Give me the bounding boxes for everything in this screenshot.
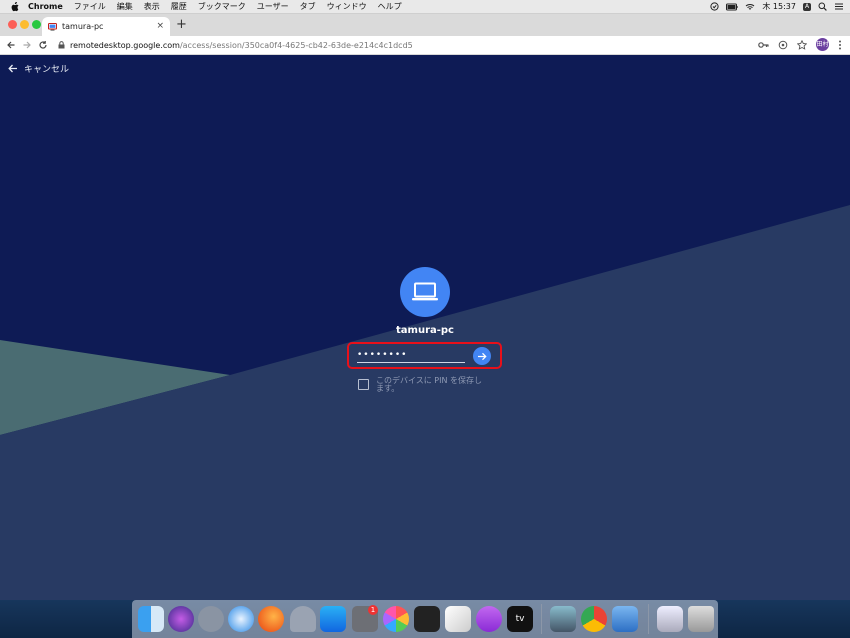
back-arrow-icon[interactable] bbox=[6, 40, 16, 50]
menu-bookmarks[interactable]: ブックマーク bbox=[198, 1, 246, 12]
url-path: /access/session/350ca0f4-4625-cb42-63de-… bbox=[179, 40, 413, 50]
keynote-icon[interactable] bbox=[612, 606, 638, 632]
cancel-label: キャンセル bbox=[24, 65, 70, 75]
notification-badge: 1 bbox=[368, 605, 378, 615]
more-menu-icon[interactable] bbox=[838, 40, 842, 50]
menubar-clock[interactable]: 木 15:37 bbox=[762, 1, 796, 12]
podcasts-icon[interactable] bbox=[476, 606, 502, 632]
new-tab-button[interactable]: + bbox=[176, 17, 187, 32]
key-icon[interactable] bbox=[758, 41, 769, 49]
laptop-icon bbox=[412, 282, 438, 301]
pin-input[interactable] bbox=[357, 348, 465, 363]
window-zoom-button[interactable] bbox=[32, 20, 41, 29]
reload-icon[interactable] bbox=[38, 40, 48, 50]
remote-desktop-favicon-icon bbox=[48, 22, 57, 31]
mac-menu-bar: Chrome ファイル 編集 表示 履歴 ブックマーク ユーザー タブ ウィンド… bbox=[0, 0, 850, 14]
tab-title: tamura-pc bbox=[62, 22, 104, 31]
address-bar[interactable]: remotedesktop.google.com/access/session/… bbox=[58, 41, 413, 50]
forward-arrow-icon[interactable] bbox=[22, 40, 32, 50]
remember-pin-label: このデバイスに PIN を保存します。 bbox=[376, 376, 483, 393]
menubar-status-area: 木 15:37 A bbox=[710, 0, 844, 13]
dock-separator bbox=[541, 604, 542, 634]
profile-avatar[interactable]: 田村 bbox=[816, 38, 829, 51]
host-computer-avatar bbox=[400, 267, 450, 317]
screen-share-icon[interactable] bbox=[710, 2, 719, 11]
terminal-icon[interactable] bbox=[414, 606, 440, 632]
dock-separator bbox=[648, 604, 649, 634]
back-arrow-icon bbox=[8, 64, 17, 73]
menu-edit[interactable]: 編集 bbox=[117, 1, 133, 12]
url-host: remotedesktop.google.com bbox=[70, 40, 180, 50]
remember-pin-option[interactable]: このデバイスに PIN を保存します。 bbox=[358, 377, 486, 393]
menu-users[interactable]: ユーザー bbox=[257, 1, 289, 12]
window-minimize-button[interactable] bbox=[20, 20, 29, 29]
menu-app-chrome[interactable]: Chrome bbox=[28, 2, 63, 11]
tab-close-icon[interactable]: × bbox=[156, 21, 164, 31]
chrome-icon[interactable] bbox=[581, 606, 607, 632]
siri-icon[interactable] bbox=[168, 606, 194, 632]
tab-strip: tamura-pc × + bbox=[0, 14, 850, 36]
cast-icon[interactable] bbox=[778, 40, 788, 50]
input-method-indicator[interactable]: A bbox=[803, 2, 811, 11]
menu-help[interactable]: ヘルプ bbox=[378, 1, 402, 12]
documents-folder-icon[interactable] bbox=[657, 606, 683, 632]
menu-file[interactable]: ファイル bbox=[74, 1, 106, 12]
bookmark-star-icon[interactable] bbox=[797, 39, 807, 50]
arrow-right-icon bbox=[478, 352, 487, 360]
remote-desktop-page: キャンセル tamura-pc bbox=[0, 55, 850, 600]
tab-tamura-pc[interactable]: tamura-pc × bbox=[42, 17, 170, 36]
spotlight-search-icon[interactable] bbox=[818, 2, 827, 11]
control-center-icon[interactable] bbox=[834, 2, 844, 11]
firefox-icon[interactable] bbox=[258, 606, 284, 632]
finder-icon[interactable] bbox=[138, 606, 164, 632]
pin-submit-button[interactable] bbox=[473, 347, 491, 365]
menu-history[interactable]: 履歴 bbox=[171, 1, 187, 12]
keychain-access-icon[interactable] bbox=[290, 606, 316, 632]
menu-window[interactable]: ウィンドウ bbox=[327, 1, 367, 12]
wifi-icon[interactable] bbox=[745, 3, 755, 11]
apple-menu-icon[interactable] bbox=[10, 1, 20, 12]
safari-icon[interactable] bbox=[228, 606, 254, 632]
app-store-icon[interactable] bbox=[320, 606, 346, 632]
browser-toolbar: remotedesktop.google.com/access/session/… bbox=[0, 36, 850, 55]
window-close-button[interactable] bbox=[8, 20, 17, 29]
lock-icon[interactable] bbox=[58, 41, 65, 49]
launchpad-icon[interactable] bbox=[198, 606, 224, 632]
menu-view[interactable]: 表示 bbox=[144, 1, 160, 12]
photos-icon[interactable] bbox=[383, 606, 409, 632]
host-name: tamura-pc bbox=[396, 325, 454, 336]
remember-pin-checkbox[interactable] bbox=[358, 379, 369, 390]
textedit-icon[interactable] bbox=[445, 606, 471, 632]
cancel-link[interactable]: キャンセル bbox=[8, 62, 69, 75]
battery-icon[interactable] bbox=[726, 3, 738, 11]
trash-icon[interactable] bbox=[688, 606, 714, 632]
preview-icon[interactable] bbox=[550, 606, 576, 632]
toolbar-actions: 田村 bbox=[758, 38, 842, 51]
apple-tv-icon[interactable]: tv bbox=[507, 606, 533, 632]
menu-tab[interactable]: タブ bbox=[300, 1, 316, 12]
